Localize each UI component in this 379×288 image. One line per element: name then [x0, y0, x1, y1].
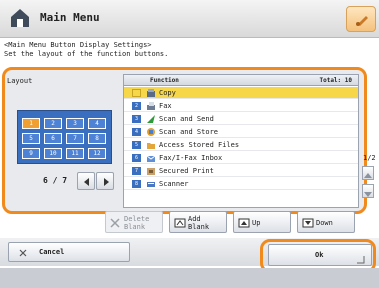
list-item[interactable]: 2 Fax [124, 100, 358, 112]
layout-next-button[interactable] [96, 172, 114, 190]
add-blank-label: Add Blank [188, 215, 210, 231]
header-function: Function [150, 77, 179, 84]
triangle-down-icon [364, 192, 372, 197]
ok-button[interactable]: Ok [268, 244, 372, 266]
item-number: 6 [132, 154, 141, 162]
layout-prev-button[interactable] [77, 172, 95, 190]
item-label: Scanner [159, 180, 189, 188]
item-number: 4 [132, 128, 141, 136]
list-item[interactable]: 7 Secured Print [124, 165, 358, 177]
scanner-icon [147, 182, 155, 187]
item-label: Secured Print [159, 167, 214, 175]
item-number: 7 [132, 167, 141, 175]
instructions-heading: <Main Menu Button Display Settings> [4, 41, 152, 49]
triangle-right-icon [104, 178, 109, 186]
up-label: Up [252, 219, 261, 227]
layout-cell[interactable]: 6 [44, 133, 62, 144]
layout-grid: 1 2 3 4 5 6 7 8 9 10 11 12 [17, 110, 112, 164]
item-number: 3 [132, 115, 141, 123]
layout-cell[interactable]: 5 [22, 133, 40, 144]
list-item[interactable]: Copy [124, 87, 358, 99]
corner-arrow-icon [357, 256, 365, 264]
triangle-left-icon [84, 178, 89, 186]
settings-icon [356, 16, 368, 26]
list-item[interactable]: 5 Access Stored Files [124, 139, 358, 151]
layout-label: Layout [7, 77, 33, 85]
item-label: Copy [159, 89, 176, 97]
header-total: Total: 10 [319, 77, 352, 84]
function-list: Function Total: 10 Copy 2 Fax 3 Scan and… [123, 74, 359, 208]
home-icon [11, 9, 29, 27]
ok-label: Ok [315, 251, 324, 259]
layout-cell[interactable]: 10 [44, 148, 62, 159]
up-button[interactable]: Up [233, 211, 291, 233]
add-blank-button[interactable]: Add Blank [169, 211, 227, 233]
layout-cell[interactable]: 8 [88, 133, 106, 144]
triangle-up-icon [364, 173, 372, 178]
arrow-up-icon [238, 218, 250, 228]
list-header: Function Total: 10 [124, 75, 358, 86]
list-page-count: 1/2 [363, 154, 376, 162]
stored-files-icon [147, 143, 155, 149]
scan-send-icon [147, 115, 155, 123]
item-label: Scan and Store [159, 128, 219, 136]
title-bar: Main Menu [0, 0, 379, 38]
window-title: Main Menu [40, 11, 100, 24]
cancel-button[interactable]: Cancel [8, 242, 130, 262]
footer-strip [0, 268, 379, 288]
layout-cell[interactable]: 11 [66, 148, 84, 159]
add-blank-icon [174, 218, 186, 228]
list-item[interactable]: 8 Scanner [124, 178, 358, 190]
item-number [132, 89, 141, 97]
fax-icon [147, 102, 155, 110]
item-label: Scan and Send [159, 115, 214, 123]
close-icon [19, 249, 27, 257]
delete-icon [110, 218, 120, 228]
scan-store-icon [147, 128, 155, 136]
delete-blank-button[interactable]: Delete Blank [105, 211, 163, 233]
layout-cell[interactable]: 1 [22, 118, 40, 129]
layout-cell[interactable]: 12 [88, 148, 106, 159]
layout-cell[interactable]: 4 [88, 118, 106, 129]
settings-button[interactable] [346, 6, 376, 32]
item-label: Access Stored Files [159, 141, 240, 149]
instructions: <Main Menu Button Display Settings> Set … [4, 41, 168, 59]
scroll-down-button[interactable] [362, 184, 374, 198]
list-item[interactable]: 3 Scan and Send [124, 113, 358, 125]
layout-cell[interactable]: 9 [22, 148, 40, 159]
copy-icon [147, 89, 155, 97]
secured-print-icon [147, 168, 155, 175]
cancel-label: Cancel [39, 248, 65, 256]
inbox-icon [146, 155, 156, 162]
arrow-down-icon [302, 218, 314, 228]
down-button[interactable]: Down [297, 211, 355, 233]
layout-page-indicator: 6 / 7 [43, 176, 68, 185]
scroll-up-button[interactable] [362, 166, 374, 180]
layout-cell[interactable]: 7 [66, 133, 84, 144]
function-panel: Layout 1 2 3 4 5 6 7 8 9 10 11 12 6 / 7 … [2, 67, 376, 233]
layout-cell[interactable]: 2 [44, 118, 62, 129]
delete-blank-label: Delete Blank [124, 215, 150, 231]
item-label: Fax/I-Fax Inbox [159, 154, 223, 162]
item-number: 8 [132, 180, 141, 188]
item-label: Fax [159, 102, 172, 110]
down-label: Down [316, 219, 333, 227]
list-item[interactable]: 6 Fax/I-Fax Inbox [124, 152, 358, 164]
layout-cell[interactable]: 3 [66, 118, 84, 129]
item-number: 5 [132, 141, 141, 149]
instructions-text: Set the layout of the function buttons. [4, 50, 169, 58]
list-item[interactable]: 4 Scan and Store [124, 126, 358, 138]
item-number: 2 [132, 102, 141, 110]
